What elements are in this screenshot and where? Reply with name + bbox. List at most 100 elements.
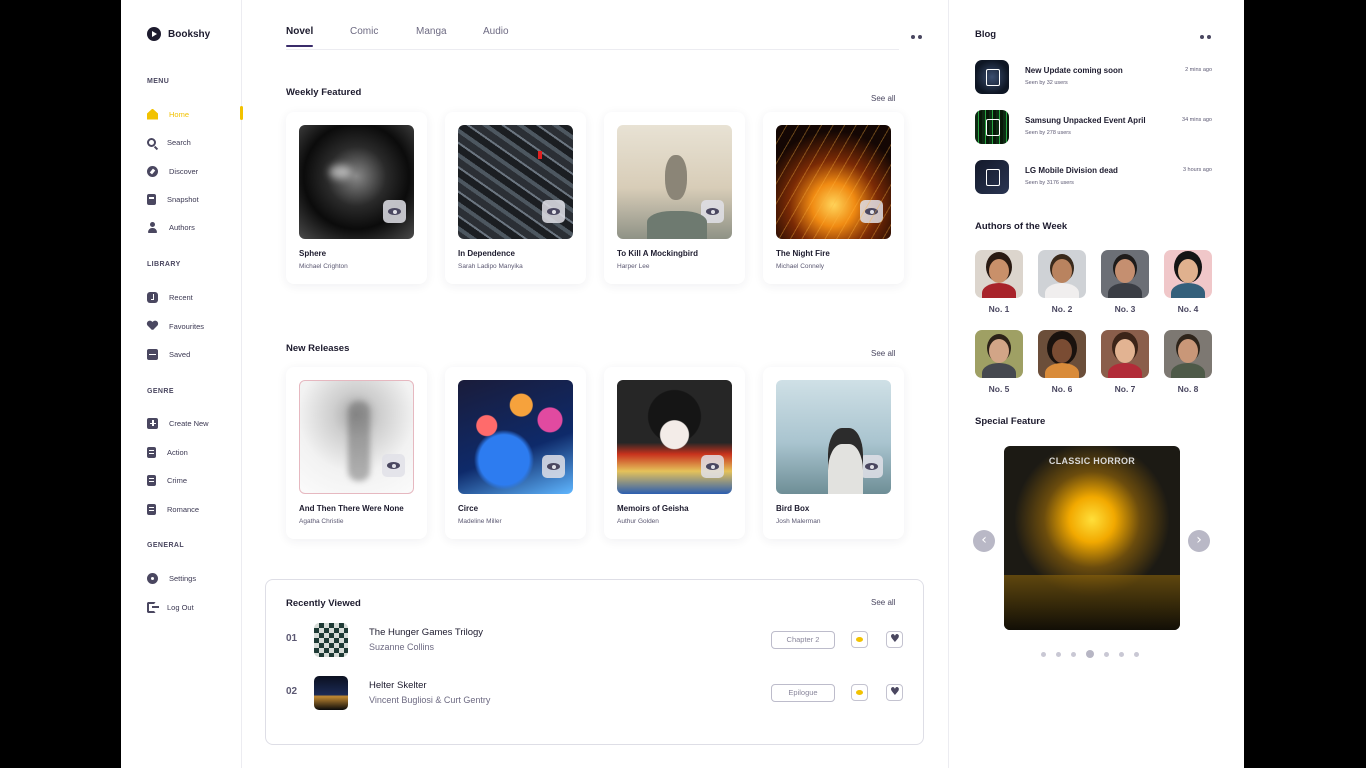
sidebar-item-crime[interactable]: Crime [147,472,242,488]
special-feature-title: Special Feature [975,416,1046,427]
book-card[interactable]: And Then There Were None Agatha Christie [286,367,427,539]
special-feature-slide[interactable]: CLASSIC HORROR [1004,446,1180,630]
weekly-see-all-link[interactable]: See all [871,94,895,103]
eye-icon[interactable] [383,200,406,223]
sidebar-item-settings[interactable]: Settings [147,570,242,586]
author-card[interactable]: No. 8 [1164,330,1212,394]
blog-post[interactable]: New Update coming soon Seen by 32 users … [975,60,1215,94]
heart-icon [147,321,158,331]
carousel-dot[interactable] [1071,651,1076,657]
carousel-dot[interactable] [1104,651,1109,657]
brand-name: Bookshy [168,28,211,40]
book-author: Josh Malerman [776,518,821,525]
blog-post-title: LG Mobile Division dead [1025,166,1118,175]
blog-post[interactable]: LG Mobile Division dead Seen by 3176 use… [975,160,1215,194]
book-title: Memoirs of Geisha [617,504,689,513]
sidebar-item-romance[interactable]: Romance [147,501,242,517]
carousel-dot[interactable] [1056,651,1061,657]
sidebar-item-recent[interactable]: Recent [147,289,242,305]
book-cover [776,125,891,239]
book-author: Vincent Bugliosi & Curt Gentry [369,695,491,705]
eye-icon[interactable] [860,455,883,478]
heart-icon[interactable] [886,631,903,648]
recent-row[interactable]: 01 The Hunger Games Trilogy Suzanne Coll… [286,623,906,657]
book-author: Harper Lee [617,263,650,270]
book-card[interactable]: Circe Madeline Miller [445,367,586,539]
releases-see-all-link[interactable]: See all [871,349,895,358]
sidebar-item-logout[interactable]: Log Out [147,599,242,615]
more-options-icon[interactable] [1200,35,1211,39]
author-rank: No. 7 [1114,384,1136,394]
eye-icon[interactable] [701,200,724,223]
sidebar-item-action[interactable]: Action [147,444,242,460]
chevron-left-icon[interactable]: ‹ [973,530,995,552]
book-title: Circe [458,504,479,513]
book-card[interactable]: In Dependence Sarah Ladipo Manyika [445,112,586,284]
more-options-icon[interactable] [911,35,922,39]
author-card[interactable]: No. 1 [975,250,1023,314]
right-panel: Blog New Update coming soon Seen by 32 u… [948,0,1244,768]
sidebar-item-label: Search [167,137,191,147]
upload-icon [975,110,1009,144]
eye-icon[interactable] [851,684,868,701]
eye-icon[interactable] [860,200,883,223]
book-card[interactable]: To Kill A Mockingbird Harper Lee [604,112,745,284]
tab-comic[interactable]: Comic [350,26,378,37]
author-card[interactable]: No. 5 [975,330,1023,394]
chevron-right-icon[interactable]: › [1188,530,1210,552]
document-icon [147,474,156,486]
author-rank: No. 4 [1177,304,1199,314]
book-cover [776,380,891,494]
section-general-title: GENERAL [147,542,185,549]
author-card[interactable]: No. 6 [1038,330,1086,394]
book-title: Bird Box [776,504,810,513]
avatar [975,250,1023,298]
sidebar-item-saved[interactable]: Saved [147,346,242,362]
blog-post[interactable]: Samsung Unpacked Event April Seen by 278… [975,110,1215,144]
sidebar-item-discover[interactable]: Discover [147,163,242,179]
carousel-dot[interactable] [1119,651,1124,657]
sidebar-item-label: Saved [169,349,191,359]
author-card[interactable]: No. 3 [1101,250,1149,314]
eye-icon[interactable] [542,455,565,478]
book-title: In Dependence [458,249,515,258]
sidebar-item-favourites[interactable]: Favourites [147,318,242,334]
sidebar-item-create-new[interactable]: Create New [147,415,242,431]
author-rank: No. 1 [988,304,1010,314]
book-cover [617,380,732,494]
eye-icon[interactable] [851,631,868,648]
tab-audio[interactable]: Audio [483,26,509,37]
tab-manga[interactable]: Manga [416,26,447,37]
author-card[interactable]: No. 4 [1164,250,1212,314]
eye-icon[interactable] [701,455,724,478]
progress-chip[interactable]: Chapter 2 [771,631,835,649]
sidebar-item-authors[interactable]: Authors [147,219,242,235]
book-card[interactable]: Bird Box Josh Malerman [763,367,904,539]
carousel-dot[interactable] [1041,651,1046,657]
author-card[interactable]: No. 7 [1101,330,1149,394]
book-author: Suzanne Collins [369,642,435,652]
carousel-dot[interactable] [1134,651,1139,657]
author-card[interactable]: No. 2 [1038,250,1086,314]
brand[interactable]: Bookshy [147,27,210,41]
book-card[interactable]: The Night Fire Michael Connely [763,112,904,284]
carousel-dot[interactable] [1086,650,1094,658]
eye-icon[interactable] [542,200,565,223]
play-logo-icon [147,27,161,41]
book-card[interactable]: Sphere Michael Crighton [286,112,427,284]
sidebar-item-home[interactable]: Home [147,106,243,122]
tab-novel[interactable]: Novel [286,26,314,47]
search-icon [147,137,156,147]
eye-icon[interactable] [382,454,405,477]
sidebar-item-label: Action [167,447,188,457]
sidebar-item-snapshot[interactable]: Snapshot [147,191,242,207]
heart-icon[interactable] [886,684,903,701]
progress-chip[interactable]: Epilogue [771,684,835,702]
book-title: Sphere [299,249,327,258]
sidebar-item-search[interactable]: Search [147,134,242,150]
avatar [1164,250,1212,298]
recent-see-all-link[interactable]: See all [871,598,895,607]
recent-row[interactable]: 02 Helter Skelter Vincent Bugliosi & Cur… [286,676,906,710]
gear-icon [147,572,158,584]
book-card[interactable]: Memoirs of Geisha Authur Golden [604,367,745,539]
